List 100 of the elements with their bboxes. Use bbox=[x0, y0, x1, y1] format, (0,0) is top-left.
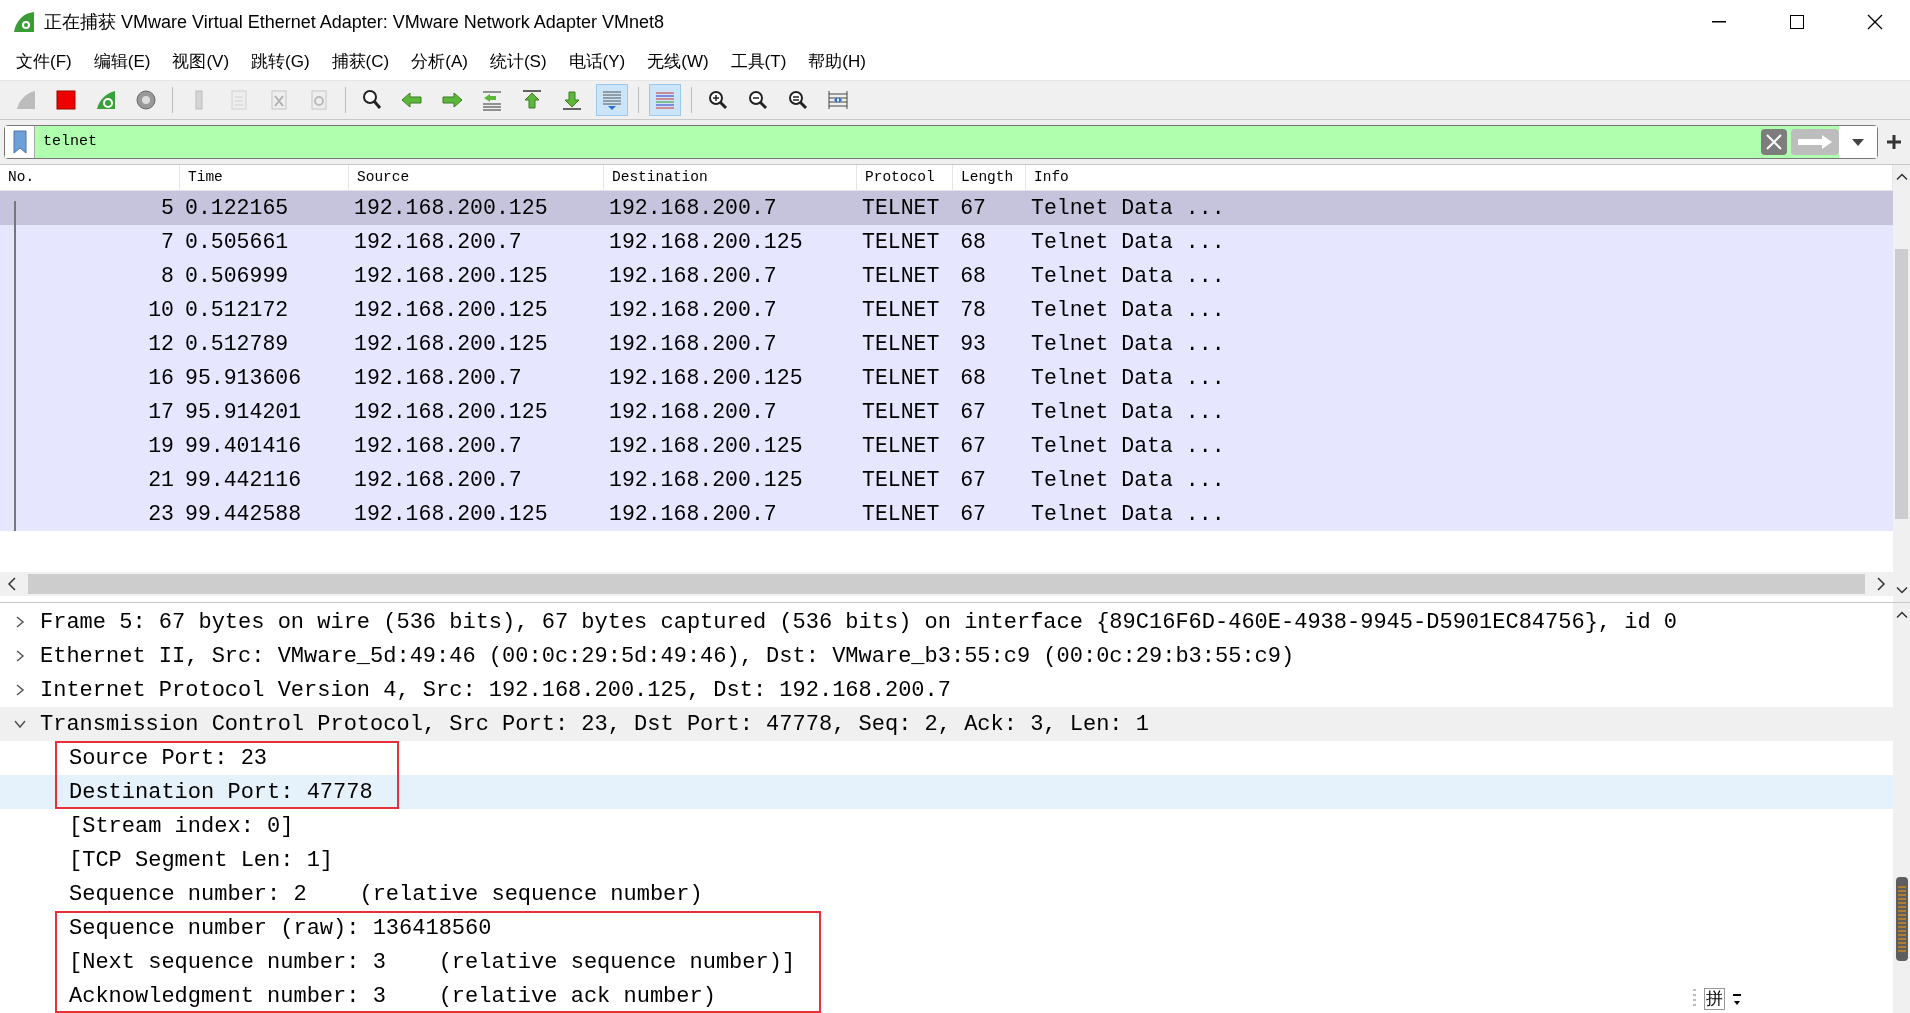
colored-lines-button[interactable] bbox=[649, 84, 681, 116]
table-cell-text: Telnet Data ... bbox=[1030, 432, 1226, 460]
packet-row[interactable]: 12 0.512789 192.168.200.125 192.168.200.7 TELNET 93 Telnet Data ... bbox=[0, 327, 1893, 361]
packet-row[interactable]: 23 99.442588 192.168.200.125 192.168.200.7 TELNET 67 Telnet Data ... bbox=[0, 497, 1893, 531]
table-cell-text: 67 bbox=[959, 466, 987, 494]
scroll-down-icon bbox=[1895, 586, 1908, 594]
column-header[interactable]: Source bbox=[349, 165, 604, 190]
table-cell-text: 192.168.200.7 bbox=[353, 466, 523, 494]
column-header[interactable]: Protocol bbox=[857, 165, 953, 190]
stop-icon bbox=[54, 88, 78, 112]
table-cell-text: 5 bbox=[160, 194, 175, 222]
menu-item[interactable]: 文件(F) bbox=[8, 47, 80, 77]
menu-item[interactable]: 分析(A) bbox=[403, 47, 476, 77]
scroll-thumb[interactable] bbox=[1895, 249, 1908, 519]
table-cell-text: 192.168.200.7 bbox=[608, 398, 778, 426]
table-cell-text: 192.168.200.125 bbox=[608, 364, 804, 392]
table-cell-text: 192.168.200.7 bbox=[353, 364, 523, 392]
table-cell-text: TELNET bbox=[861, 432, 941, 460]
ime-mode-indicator[interactable]: 拼 bbox=[1704, 988, 1725, 1010]
table-cell-text: 95.913606 bbox=[184, 364, 303, 392]
menu-item[interactable]: 电话(Y) bbox=[560, 47, 634, 77]
tree-item[interactable]: [TCP Segment Len: 1] bbox=[69, 843, 334, 877]
packet-row[interactable]: 7 0.505661 192.168.200.7 192.168.200.125 TELNET 68 Telnet Data ... bbox=[0, 225, 1893, 259]
menu-item[interactable]: 统计(S) bbox=[481, 47, 555, 77]
horizontal-scrollbar[interactable] bbox=[0, 572, 1893, 596]
packet-row[interactable]: 5 0.122165 192.168.200.125 192.168.200.7 TELNET 67 Telnet Data ... bbox=[0, 191, 1893, 225]
table-cell-text: 192.168.200.7 bbox=[608, 500, 778, 528]
vertical-scrollbar[interactable] bbox=[1893, 603, 1910, 1013]
arrow-right-icon bbox=[1796, 134, 1834, 150]
tree-item[interactable]: Ethernet II, Src: VMware_5d:49:46 (00:0c:29:5d:49:46), Dst: VMware_b3:55:c9 (00:0c:29:b3:55:c9) bbox=[40, 639, 1295, 673]
tree-item[interactable]: Sequence number (raw): 136418560 bbox=[69, 911, 492, 945]
table-cell-text: 7 bbox=[160, 228, 175, 256]
display-filter-field[interactable]: telnet bbox=[4, 125, 1878, 159]
clear-filter-button[interactable] bbox=[1761, 129, 1787, 155]
table-cell-text: 192.168.200.7 bbox=[353, 228, 523, 256]
column-header[interactable]: No. bbox=[0, 165, 180, 190]
arrow-up-icon bbox=[520, 88, 544, 112]
shark-fin-icon bbox=[94, 88, 118, 112]
packet-row[interactable]: 8 0.506999 192.168.200.125 192.168.200.7 TELNET 68 Telnet Data ... bbox=[0, 259, 1893, 293]
table-cell-text: TELNET bbox=[861, 330, 941, 358]
menu-item[interactable]: 捕获(C) bbox=[323, 47, 398, 77]
column-header[interactable]: Destination bbox=[604, 165, 857, 190]
table-cell-text: 0.505661 bbox=[184, 228, 290, 256]
column-header[interactable]: Length bbox=[953, 165, 1026, 190]
tree-item[interactable]: Internet Protocol Version 4, Src: 192.168.200.125, Dst: 192.168.200.7 bbox=[40, 673, 951, 707]
bookmark-icon bbox=[12, 130, 27, 154]
table-cell-text: 192.168.200.125 bbox=[608, 228, 804, 256]
menu-item[interactable]: 无线(W) bbox=[639, 47, 717, 77]
column-header[interactable]: Time bbox=[180, 165, 349, 190]
menu-item[interactable]: 编辑(E) bbox=[85, 47, 159, 77]
table-cell-text: 8 bbox=[160, 262, 175, 290]
zoom-reset-icon bbox=[786, 88, 810, 112]
zoom-out-icon bbox=[746, 88, 770, 112]
packet-row[interactable]: 19 99.401416 192.168.200.7 192.168.200.125 TELNET 67 Telnet Data ... bbox=[0, 429, 1893, 463]
table-cell-text: Telnet Data ... bbox=[1030, 364, 1226, 392]
packet-row[interactable]: 16 95.913606 192.168.200.7 192.168.200.125 TELNET 68 Telnet Data ... bbox=[0, 361, 1893, 395]
table-cell-text: TELNET bbox=[861, 364, 941, 392]
shark-fin-icon bbox=[14, 88, 38, 112]
tree-item[interactable]: Destination Port: 47778 bbox=[69, 775, 373, 809]
table-cell-text: 192.168.200.7 bbox=[353, 432, 523, 460]
chevron-right-icon[interactable] bbox=[14, 650, 26, 662]
window-title: 正在捕获 VMware Virtual Ethernet Adapter: VMware Network Adapter VMnet8 bbox=[44, 10, 664, 34]
table-cell-text: 192.168.200.125 bbox=[353, 194, 549, 222]
tree-item[interactable]: Acknowledgment number: 3 (relative ack number) bbox=[69, 979, 716, 1013]
table-cell-text: 68 bbox=[959, 364, 987, 392]
packet-row[interactable]: 17 95.914201 192.168.200.125 192.168.200.7 TELNET 67 Telnet Data ... bbox=[0, 395, 1893, 429]
packet-row[interactable]: 10 0.512172 192.168.200.125 192.168.200.7 TELNET 78 Telnet Data ... bbox=[0, 293, 1893, 327]
menu-item[interactable]: 工具(T) bbox=[722, 47, 795, 77]
tree-item[interactable]: Frame 5: 67 bytes on wire (536 bits), 67 bytes captured (536 bits) on interface {89C16F6D-460E-4938-9945-D5901EC84756}, id 0 bbox=[40, 605, 1678, 639]
menu-item[interactable]: 帮助(H) bbox=[800, 47, 874, 77]
table-cell-text: 93 bbox=[959, 330, 987, 358]
scroll-thumb[interactable] bbox=[1895, 877, 1908, 961]
table-cell-text: 192.168.200.125 bbox=[608, 466, 804, 494]
menu-item[interactable]: 跳转(G) bbox=[243, 47, 318, 77]
filter-text: telnet bbox=[42, 131, 98, 152]
tree-item[interactable]: Sequence number: 2 (relative sequence number) bbox=[69, 877, 703, 911]
table-cell-text: 19 bbox=[147, 432, 175, 460]
tree-item[interactable]: [Stream index: 0] bbox=[69, 809, 294, 843]
chevron-right-icon[interactable] bbox=[14, 616, 26, 628]
table-cell-text: Telnet Data ... bbox=[1030, 228, 1226, 256]
table-cell-text: 23 bbox=[147, 500, 175, 528]
options-icon[interactable] bbox=[1733, 992, 1741, 1006]
chevron-down-icon[interactable] bbox=[14, 718, 26, 730]
scroll-thumb[interactable] bbox=[28, 574, 1865, 594]
table-cell-text: 0.512789 bbox=[184, 330, 290, 358]
vertical-scrollbar[interactable] bbox=[1893, 165, 1910, 602]
app-logo-icon bbox=[12, 10, 36, 34]
table-cell-text: TELNET bbox=[861, 194, 941, 222]
filter-dropdown-button[interactable] bbox=[1839, 126, 1877, 158]
table-cell-text: 68 bbox=[959, 228, 987, 256]
search-icon bbox=[360, 88, 384, 112]
tree-item[interactable]: Source Port: 23 bbox=[69, 741, 268, 775]
table-cell-text: 12 bbox=[147, 330, 175, 358]
menu-item[interactable]: 视图(V) bbox=[164, 47, 238, 77]
list-scroll-button[interactable] bbox=[596, 84, 628, 116]
table-cell-text: 192.168.200.7 bbox=[608, 262, 778, 290]
chevron-right-icon[interactable] bbox=[14, 684, 26, 696]
packet-row[interactable]: 21 99.442116 192.168.200.7 192.168.200.125 TELNET 67 Telnet Data ... bbox=[0, 463, 1893, 497]
tree-item[interactable]: [Next sequence number: 3 (relative sequence number)] bbox=[69, 945, 796, 979]
table-cell-text: Telnet Data ... bbox=[1030, 296, 1226, 324]
